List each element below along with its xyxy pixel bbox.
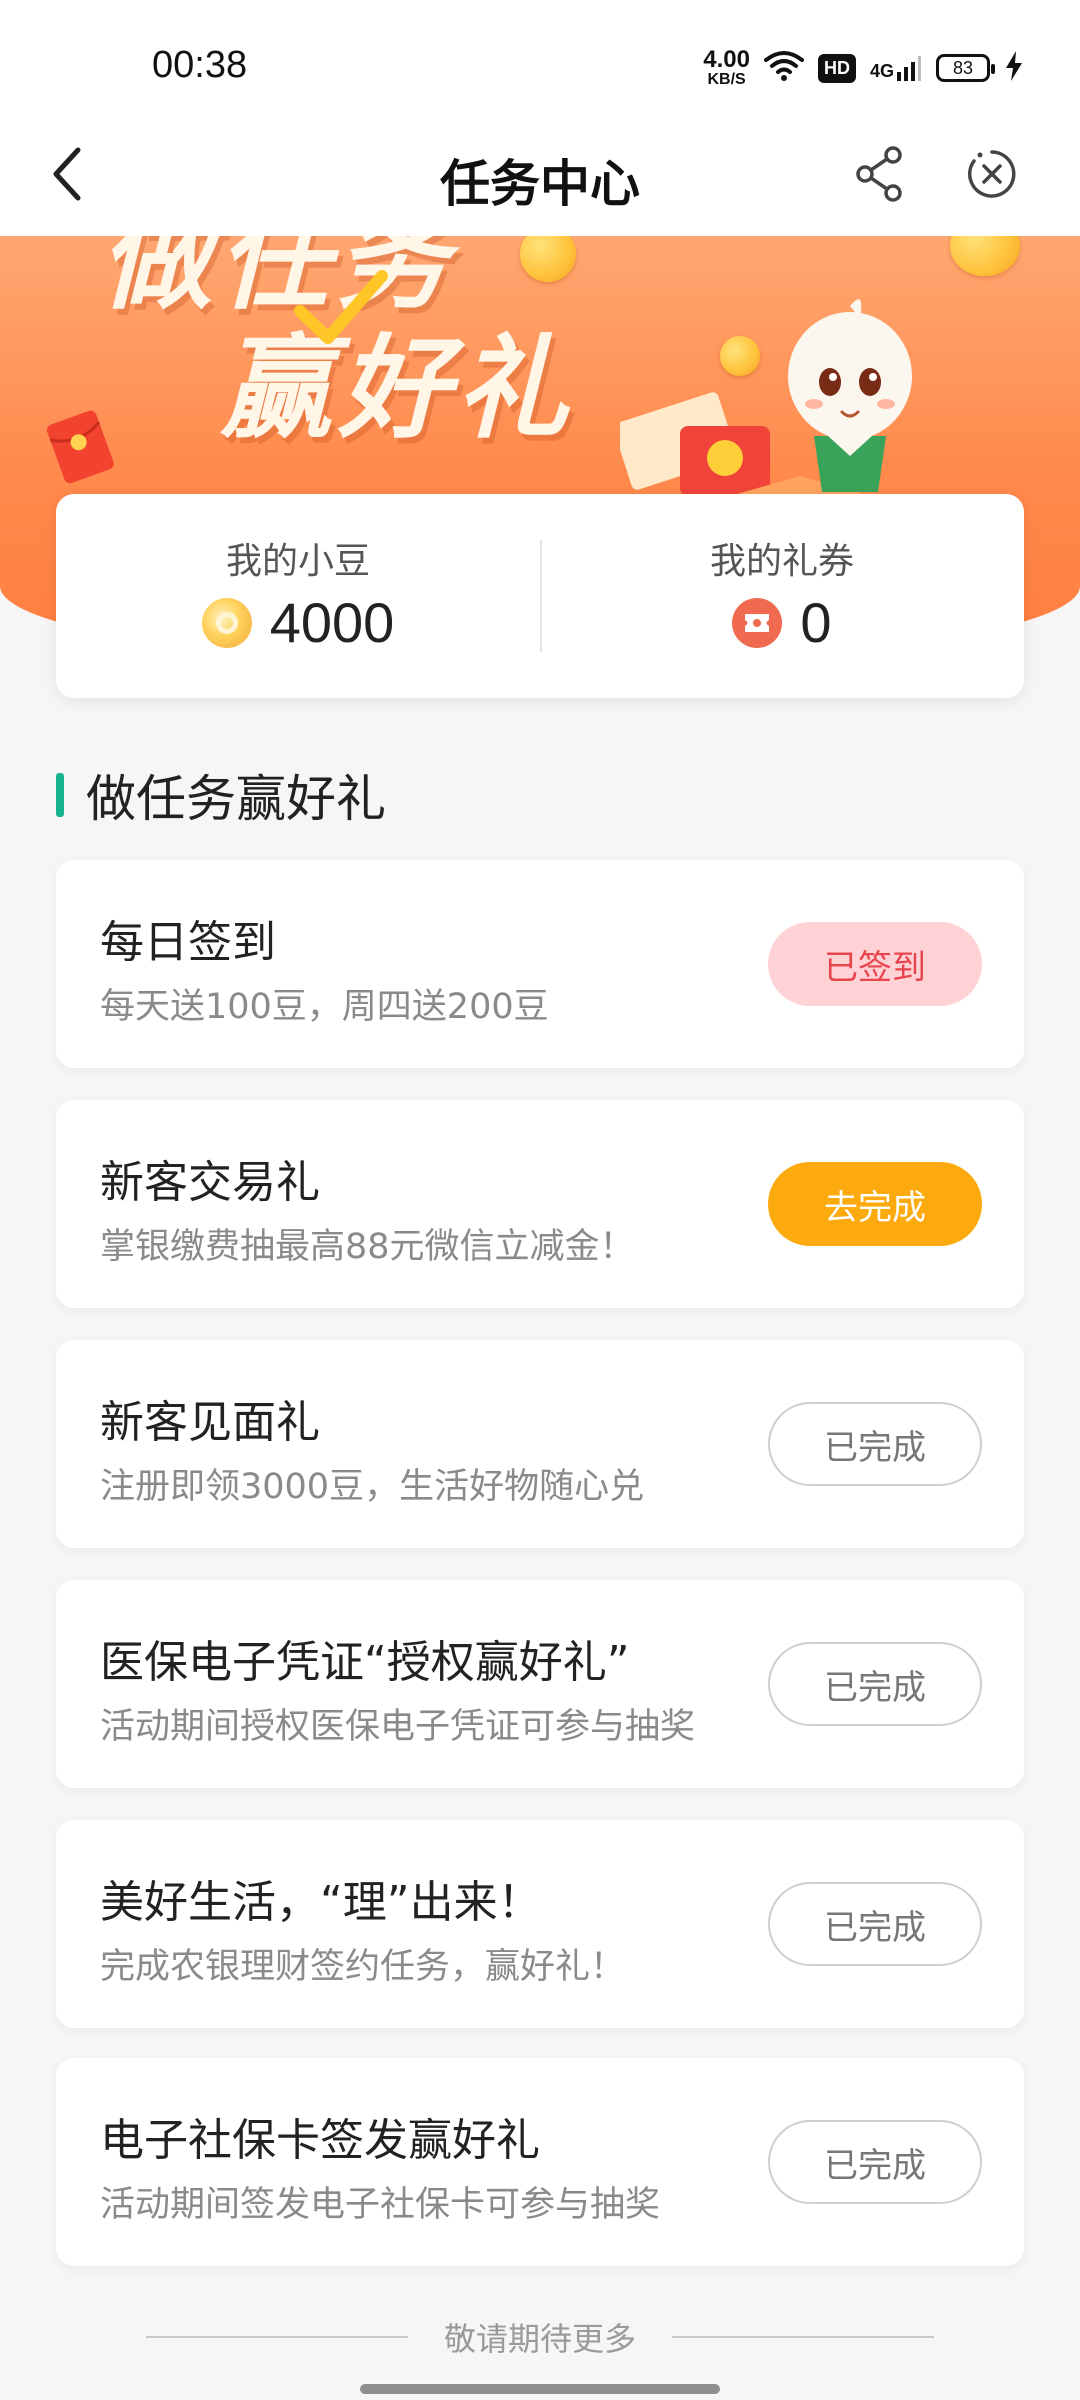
status-time: 00:38 xyxy=(152,44,248,86)
close-icon xyxy=(968,150,1016,198)
checked-in-button[interactable]: 已签到 xyxy=(768,922,982,1006)
completed-button[interactable]: 已完成 xyxy=(768,1642,982,1726)
task-desc: 活动期间授权医保电子凭证可参与抽奖 xyxy=(100,1707,696,1747)
beans-label: 我的小豆 xyxy=(225,541,370,582)
my-beans[interactable]: 我的小豆 4000 xyxy=(56,494,540,698)
task-desc: 活动期间签发电子社保卡可参与抽奖 xyxy=(100,2185,661,2225)
page-title: 任务中心 xyxy=(440,155,640,213)
network-speed-value: 4.00 xyxy=(703,46,750,73)
footer-divider-right xyxy=(672,2336,934,2338)
status-icons: 4.00 KB/S HD 4G 83 xyxy=(703,38,1024,98)
nav-bar: 任务中心 xyxy=(0,120,1080,236)
task-desc: 每天送100豆，周四送200豆 xyxy=(100,987,549,1027)
task-title: 每日签到 xyxy=(100,917,276,968)
battery-level: 83 xyxy=(952,57,974,78)
battery-icon: 83 xyxy=(936,54,995,82)
task-title: 电子社保卡签发赢好礼 xyxy=(100,2115,540,2166)
task-desc: 注册即领3000豆，生活好物随心兑 xyxy=(100,1467,645,1507)
share-icon xyxy=(856,146,902,202)
go-complete-button[interactable]: 去完成 xyxy=(768,1162,982,1246)
task-desc: 掌银缴费抽最高88元微信立减金！ xyxy=(100,1227,635,1267)
list-footer: 敬请期待更多 xyxy=(0,2300,1080,2370)
status-bar: 00:38 4.00 KB/S HD 4G 83 xyxy=(0,0,1080,120)
coupons-value-row: 0 xyxy=(540,590,1024,655)
my-coupons[interactable]: 我的礼券 0 xyxy=(540,494,1024,698)
task-card-new-customer-transaction[interactable]: 新客交易礼 掌银缴费抽最高88元微信立减金！ 去完成 xyxy=(56,1100,1024,1308)
close-button[interactable] xyxy=(958,140,1026,208)
section-accent-bar xyxy=(56,773,64,817)
hd-badge: HD xyxy=(817,53,856,83)
assets-summary-card: 我的小豆 4000 我的礼券 0 xyxy=(56,494,1024,698)
task-card-new-customer-welcome[interactable]: 新客见面礼 注册即领3000豆，生活好物随心兑 已完成 xyxy=(56,1340,1024,1548)
completed-button[interactable]: 已完成 xyxy=(768,2120,982,2204)
task-title: 新客见面礼 xyxy=(100,1397,320,1448)
task-card-medical-insurance[interactable]: 医保电子凭证“授权赢好礼” 活动期间授权医保电子凭证可参与抽奖 已完成 xyxy=(56,1580,1024,1788)
section-title: 做任务赢好礼 xyxy=(86,770,386,828)
coupon-icon xyxy=(732,597,783,648)
charging-icon xyxy=(1004,50,1024,86)
signal-type: 4G xyxy=(869,61,894,81)
completed-button[interactable]: 已完成 xyxy=(768,1882,982,1966)
task-title: 医保电子凭证“授权赢好礼” xyxy=(100,1637,630,1688)
section-header: 做任务赢好礼 xyxy=(56,760,386,830)
coin-decoration xyxy=(950,236,1020,276)
coupons-value: 0 xyxy=(800,591,832,654)
mascot-illustration xyxy=(788,299,912,492)
task-card-wealth-management[interactable]: 美好生活，“理”出来！ 完成农银理财签约任务，赢好礼！ 已完成 xyxy=(56,1820,1024,2028)
network-speed: 4.00 KB/S xyxy=(703,48,750,88)
task-card-daily-checkin[interactable]: 每日签到 每天送100豆，周四送200豆 已签到 xyxy=(56,860,1024,1068)
bean-coin-icon xyxy=(201,597,252,648)
banner-line-1: 做任务 xyxy=(100,236,454,325)
beans-value-row: 4000 xyxy=(56,590,540,655)
task-title: 美好生活，“理”出来！ xyxy=(100,1877,542,1928)
coupons-label: 我的礼券 xyxy=(709,541,854,582)
task-desc: 完成农银理财签约任务，赢好礼！ xyxy=(100,1947,626,1987)
task-title: 新客交易礼 xyxy=(100,1157,320,1208)
red-envelope-icon xyxy=(46,410,114,484)
home-indicator[interactable] xyxy=(360,2384,720,2394)
beans-value: 4000 xyxy=(269,591,395,654)
completed-button[interactable]: 已完成 xyxy=(768,1402,982,1486)
task-card-social-security[interactable]: 电子社保卡签发赢好礼 活动期间签发电子社保卡可参与抽奖 已完成 xyxy=(56,2058,1024,2266)
cellular-signal-icon: 4G xyxy=(870,54,922,82)
wifi-icon xyxy=(763,50,804,86)
checkmark-icon xyxy=(294,270,388,344)
share-button[interactable] xyxy=(846,140,914,208)
network-speed-unit: KB/S xyxy=(707,71,746,88)
